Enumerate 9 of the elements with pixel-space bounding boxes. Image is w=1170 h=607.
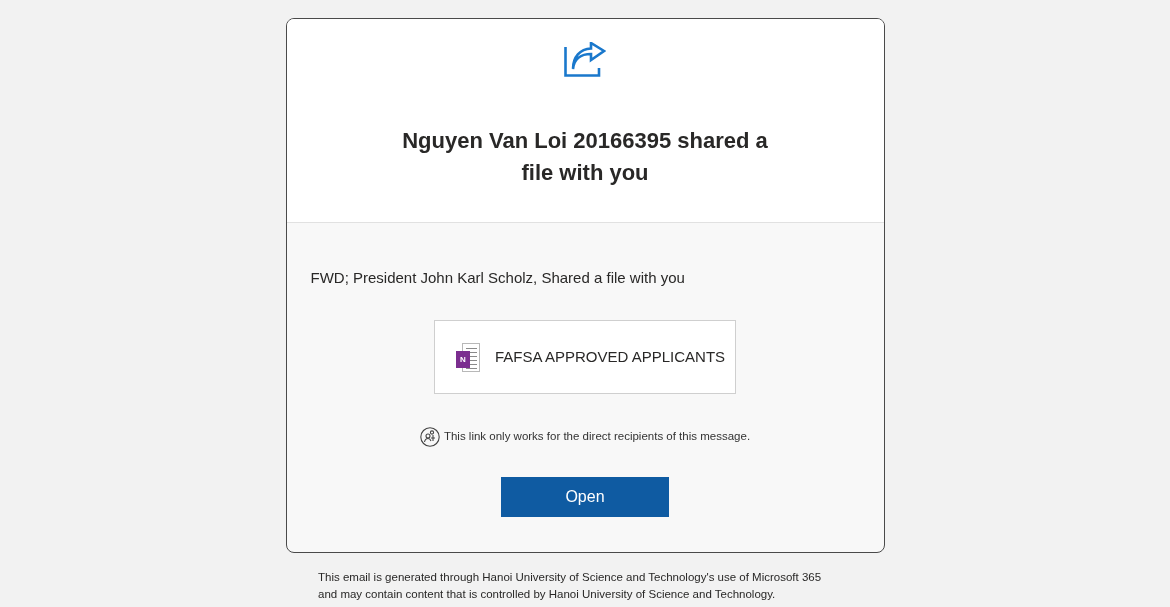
open-button[interactable]: Open [501, 477, 669, 517]
share-heading: Nguyen Van Loi 20166395 shared a file with you [401, 127, 769, 187]
footer-text: This email is generated through Hanoi University of Science and Technology's use of Microsoft 365 and may contain content that is controlled by Hanoi University of Science and Technology. [318, 570, 823, 602]
file-link[interactable]: N FAFSA APPROVED APPLICANTS [434, 320, 736, 394]
file-name: FAFSA APPROVED APPLICANTS [495, 346, 726, 367]
share-icon [564, 42, 606, 77]
access-note: This link only works for the direct recipients of this message. [443, 429, 751, 445]
people-icon [419, 427, 440, 447]
message-text: FWD; President John Karl Scholz, Shared a file with you [309, 268, 685, 288]
